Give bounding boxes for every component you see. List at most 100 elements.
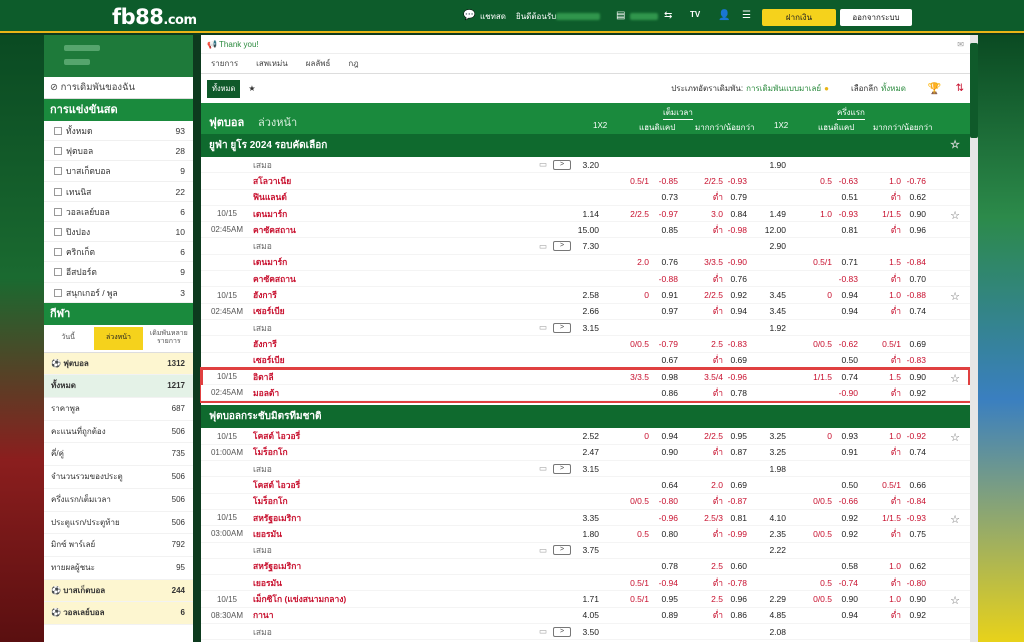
odds-value[interactable]: 0.58	[834, 561, 858, 571]
odds-value[interactable]: ต่ำ	[877, 386, 901, 400]
odds-value[interactable]: 2.0	[699, 480, 723, 490]
odds-value[interactable]: 0.50	[834, 355, 858, 365]
odds-value[interactable]: 0.69	[723, 355, 747, 365]
odds-value[interactable]: 3.50	[573, 627, 599, 637]
scrollbar-thumb[interactable]	[970, 43, 978, 138]
sport-item[interactable]: ⚽ ฟุตบอล 1312	[44, 352, 193, 376]
odds-value[interactable]: 0.97	[654, 306, 678, 316]
logout-button[interactable]: ออกจากระบบ	[840, 9, 912, 26]
odds-value[interactable]: -0.90	[723, 257, 747, 267]
list-icon[interactable]: ☰	[742, 10, 751, 21]
odds-value[interactable]: 4.85	[760, 610, 786, 620]
odds-value[interactable]: 0/0.5	[625, 339, 649, 349]
odds-value[interactable]: 0.74	[902, 447, 926, 457]
odds-value[interactable]: 2/2.5	[699, 431, 723, 441]
mail-icon[interactable]: ✉	[957, 35, 964, 54]
favorite-star-icon[interactable]: ★	[248, 84, 255, 93]
odds-value[interactable]: 0/0.5	[625, 496, 649, 506]
odds-value[interactable]: 0	[625, 431, 649, 441]
odds-value[interactable]: -0.98	[723, 225, 747, 235]
odds-value[interactable]: 2.5/3	[699, 513, 723, 523]
odds-value[interactable]: 0.73	[654, 192, 678, 202]
odds-value[interactable]: -0.93	[723, 176, 747, 186]
odds-value[interactable]: 12.00	[760, 225, 786, 235]
odds-value[interactable]: -0.93	[834, 209, 858, 219]
odds-value[interactable]: -0.80	[654, 496, 678, 506]
odds-value[interactable]: 1/1.5	[877, 513, 901, 523]
favorite-star-icon[interactable]: ☆	[950, 209, 960, 222]
odds-value[interactable]: 2/2.5	[699, 290, 723, 300]
odds-value[interactable]: 0.91	[654, 290, 678, 300]
odds-value[interactable]: 0.92	[723, 290, 747, 300]
stats-icon[interactable]: ▭	[539, 463, 547, 474]
odds-value[interactable]: 0	[808, 290, 832, 300]
odds-value[interactable]: 0.81	[723, 513, 747, 523]
odds-value[interactable]: 3/3.5	[625, 372, 649, 382]
odds-value[interactable]: -0.74	[834, 578, 858, 588]
league-select[interactable]: ทั้งหมด	[881, 82, 906, 95]
odds-value[interactable]: 3.15	[573, 323, 599, 333]
odds-value[interactable]: 2.47	[573, 447, 599, 457]
odds-value[interactable]: 0.90	[902, 594, 926, 604]
live-item[interactable]: สนุกเกอร์ / พูล 3	[44, 283, 193, 303]
league-header-friendly[interactable]: ฟุตบอลกระชับมิตรทีมชาติ	[201, 405, 970, 429]
odds-value[interactable]: 0.95	[723, 431, 747, 441]
odds-value[interactable]: 0.94	[834, 610, 858, 620]
odds-value[interactable]: 0.67	[654, 355, 678, 365]
favorite-star-icon[interactable]: ☆	[950, 513, 960, 526]
odds-value[interactable]: -0.94	[654, 578, 678, 588]
odds-value[interactable]: 2/2.5	[625, 209, 649, 219]
odds-value[interactable]: 0.78	[654, 561, 678, 571]
favorite-star-icon[interactable]: ☆	[950, 290, 960, 303]
odds-value[interactable]: 0.80	[654, 529, 678, 539]
tab-results[interactable]: ผลลัพธ์	[306, 57, 331, 70]
bet-type-select[interactable]: การเดิมพันแบบมาเลย์	[746, 82, 821, 95]
odds-value[interactable]: 3.45	[760, 306, 786, 316]
odds-value[interactable]: 3.25	[760, 431, 786, 441]
odds-value[interactable]: 1.5	[877, 372, 901, 382]
odds-value[interactable]: 0.5	[808, 578, 832, 588]
checkbox[interactable]	[54, 248, 62, 257]
odds-value[interactable]: 1.90	[760, 160, 786, 170]
odds-value[interactable]: 0.92	[834, 529, 858, 539]
odds-value[interactable]: 0.62	[902, 192, 926, 202]
live-item[interactable]: ปิงปอง 10	[44, 222, 193, 243]
odds-value[interactable]: 3/3.5	[699, 257, 723, 267]
odds-value[interactable]: 0.92	[834, 513, 858, 523]
odds-value[interactable]: 0.76	[654, 257, 678, 267]
odds-value[interactable]: 0.50	[834, 480, 858, 490]
sport-item[interactable]: ทั้งหมด 1217	[44, 375, 193, 399]
odds-value[interactable]: 0	[808, 431, 832, 441]
odds-value[interactable]: 2.90	[760, 241, 786, 251]
odds-value[interactable]: ต่ำ	[877, 353, 901, 367]
more-markets-button[interactable]: >	[553, 241, 571, 252]
odds-value[interactable]: 1.0	[808, 209, 832, 219]
odds-value[interactable]: 1.0	[877, 176, 901, 186]
odds-value[interactable]: 1.14	[573, 209, 599, 219]
odds-value[interactable]: 2.35	[760, 529, 786, 539]
live-chat-link[interactable]: แชทสด	[480, 10, 506, 23]
more-markets-button[interactable]: >	[553, 626, 571, 637]
odds-value[interactable]: 0.84	[723, 209, 747, 219]
odds-value[interactable]: 0.5/1	[625, 176, 649, 186]
odds-value[interactable]: ต่ำ	[699, 272, 723, 286]
odds-value[interactable]: ต่ำ	[699, 386, 723, 400]
odds-value[interactable]: 0.66	[902, 480, 926, 490]
odds-value[interactable]: 3.35	[573, 513, 599, 523]
more-markets-button[interactable]: >	[553, 545, 571, 556]
odds-value[interactable]: 0.70	[902, 274, 926, 284]
odds-value[interactable]: 1.92	[760, 323, 786, 333]
odds-value[interactable]: 2.08	[760, 627, 786, 637]
odds-value[interactable]: -0.85	[654, 176, 678, 186]
odds-value[interactable]: 0.5/1	[877, 480, 901, 490]
odds-value[interactable]: 0.91	[834, 447, 858, 457]
stats-icon[interactable]: ▭	[539, 159, 547, 170]
odds-value[interactable]: ต่ำ	[699, 304, 723, 318]
odds-value[interactable]: ต่ำ	[699, 494, 723, 508]
odds-value[interactable]: -0.83	[723, 339, 747, 349]
more-markets-button[interactable]: >	[553, 322, 571, 333]
odds-value[interactable]: 2.52	[573, 431, 599, 441]
odds-value[interactable]: 0.69	[902, 339, 926, 349]
odds-value[interactable]: 1.98	[760, 464, 786, 474]
live-item[interactable]: บาสเก็ตบอล 9	[44, 161, 193, 182]
